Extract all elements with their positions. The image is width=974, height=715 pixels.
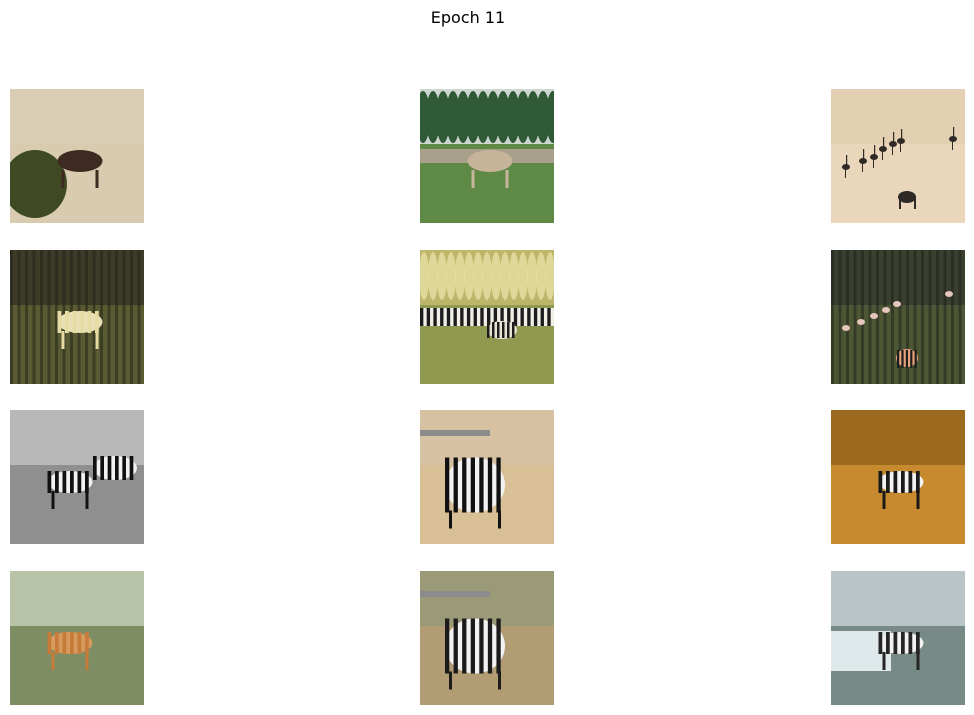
image-tile-grayscale-zebras-grazing — [10, 410, 144, 544]
image-tile-zebra-closeup-standing — [420, 410, 554, 544]
image-tile-reconstructed-horses-grazing — [10, 571, 144, 705]
image-tile-horse-and-ostriches-on-sand — [831, 89, 965, 223]
figure-title: Epoch 11 — [430, 8, 506, 27]
image-tile-reconstructed-zebra-closeup — [420, 571, 554, 705]
image-tile-translated-zebra-dark-grass — [10, 250, 144, 384]
image-tile-dark-horse-on-dry-grass — [10, 89, 144, 223]
image-tile-translated-zebra-ostriches — [831, 250, 965, 384]
image-tile-reconstructed-zebra-foal-water — [831, 571, 965, 705]
image-tile-zebra-foal-golden-grass — [831, 410, 965, 544]
image-tile-translated-zebra-herd-stylized — [420, 250, 554, 384]
image-tile-pale-horse-and-herd-before-forest — [420, 89, 554, 223]
